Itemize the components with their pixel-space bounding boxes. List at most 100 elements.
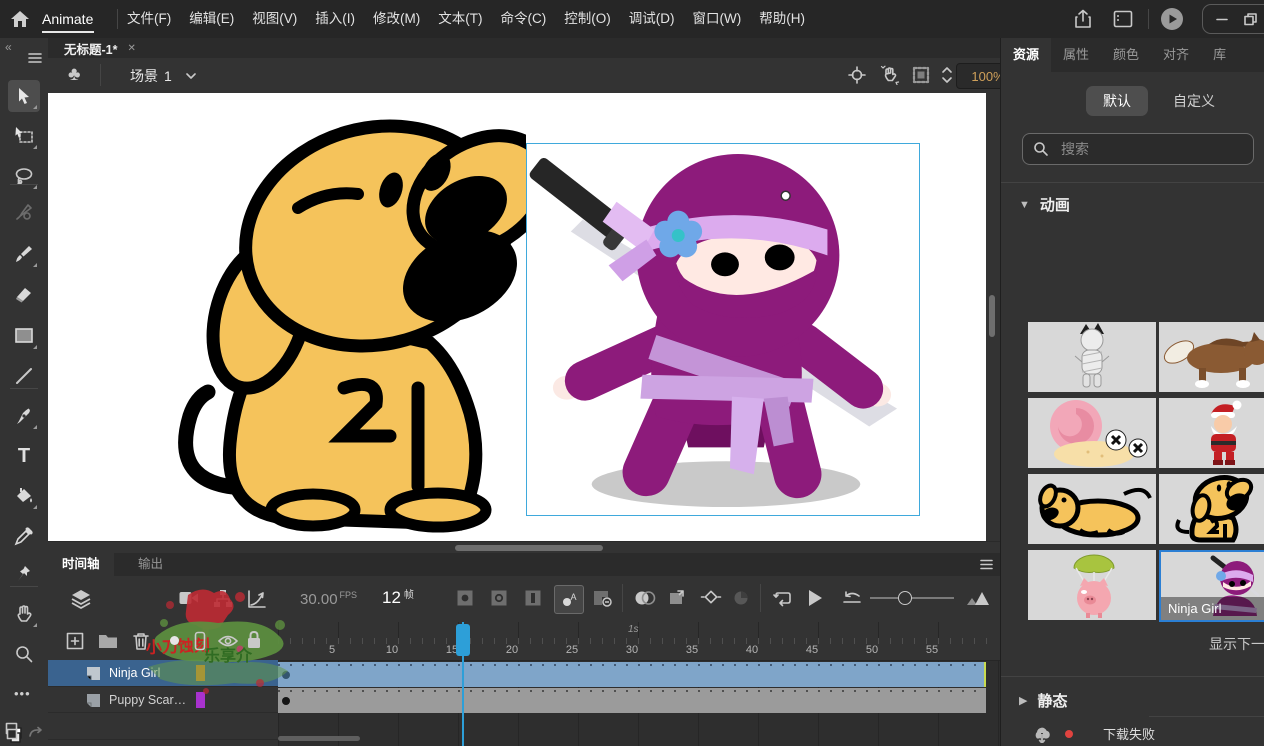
menu-file[interactable]: 文件(F) xyxy=(118,0,180,38)
track-ninja-girl[interactable] xyxy=(278,662,986,687)
asset-thumb-ninja-girl-selected[interactable]: Ninja Girl xyxy=(1159,550,1264,622)
layers-view-icon[interactable] xyxy=(70,588,92,610)
section-animated[interactable]: ▼ 动画 xyxy=(1019,194,1070,215)
document-tab[interactable]: 无标题-1* ✕ xyxy=(56,38,144,58)
asset-thumb-wolf[interactable] xyxy=(1159,322,1264,392)
motion-presets-icon[interactable] xyxy=(732,589,750,607)
hand-tool[interactable] xyxy=(8,598,40,630)
highlight-dot-icon[interactable] xyxy=(170,636,179,645)
subselection-tool[interactable] xyxy=(8,120,40,152)
pen-tool[interactable] xyxy=(8,400,40,432)
lasso-tool[interactable] xyxy=(8,160,40,192)
timeline-panel-menu-icon[interactable] xyxy=(980,559,993,570)
fps-display[interactable]: 30.00 FPS xyxy=(300,584,357,614)
tab-library[interactable]: 库 xyxy=(1201,38,1238,72)
asset-thumb-mummy[interactable] xyxy=(1028,322,1156,392)
playhead-handle[interactable] xyxy=(456,624,470,656)
ninja-selection-box[interactable] xyxy=(526,143,920,516)
collapse-panel-icon[interactable]: « xyxy=(5,40,12,54)
menu-view[interactable]: 视图(V) xyxy=(243,0,306,38)
asset-thumb-pig-parachute[interactable] xyxy=(1028,550,1156,620)
graph-editor-icon[interactable] xyxy=(246,588,268,610)
layer-row-ninja-girl[interactable]: Ninja Girl xyxy=(48,660,278,686)
test-movie-play-button[interactable] xyxy=(1159,6,1185,32)
cloud-download-icon[interactable] xyxy=(1031,724,1053,743)
asset-thumb-santa[interactable] xyxy=(1159,398,1264,468)
asset-thumb-puppy-lying[interactable] xyxy=(1028,474,1156,544)
insert-blank-keyframe-icon[interactable] xyxy=(490,589,508,607)
edit-multiple-frames-icon[interactable] xyxy=(668,589,688,607)
camera-icon[interactable] xyxy=(178,589,200,607)
new-folder-icon[interactable] xyxy=(98,633,118,649)
loop-range-icon[interactable] xyxy=(842,590,862,606)
canvas-vscroll-thumb[interactable] xyxy=(989,295,995,337)
menu-insert[interactable]: 插入(I) xyxy=(306,0,364,38)
current-frame-display[interactable]: 12 帧 xyxy=(382,582,414,614)
menu-commands[interactable]: 命令(C) xyxy=(492,0,556,38)
asset-thumb-puppy-sitting[interactable] xyxy=(1159,474,1264,544)
grid-overlay-icon[interactable] xyxy=(6,728,22,744)
create-tween-icon[interactable] xyxy=(700,588,722,608)
layer-row-puppy[interactable]: Puppy Scar… xyxy=(48,686,278,713)
canvas-vscroll-track[interactable] xyxy=(986,93,1000,541)
stage-canvas[interactable] xyxy=(48,93,986,541)
frame-size-icon[interactable] xyxy=(966,590,990,606)
menu-help[interactable]: 帮助(H) xyxy=(750,0,814,38)
minimize-button[interactable] xyxy=(1210,8,1234,30)
show-hide-all-icon[interactable] xyxy=(218,634,238,648)
menu-debug[interactable]: 调试(D) xyxy=(620,0,684,38)
scene-selector[interactable]: 场景 1 xyxy=(130,58,196,93)
redo-icon[interactable] xyxy=(28,726,44,740)
frame-zoom-slider-track[interactable] xyxy=(870,597,954,599)
tools-menu-icon[interactable] xyxy=(28,52,42,64)
restore-button[interactable] xyxy=(1238,8,1262,30)
zoom-tool[interactable] xyxy=(8,638,40,670)
menu-modify[interactable]: 修改(M) xyxy=(364,0,429,38)
eyedropper-tool[interactable] xyxy=(8,520,40,552)
layer-color-swatch[interactable] xyxy=(196,665,205,681)
clip-content-icon[interactable] xyxy=(912,66,930,84)
tab-color[interactable]: 颜色 xyxy=(1101,38,1151,72)
keyframe-dot[interactable] xyxy=(282,697,290,705)
show-next-link[interactable]: 显示下一个 xyxy=(1209,634,1264,654)
menu-control[interactable]: 控制(O) xyxy=(555,0,620,38)
classic-brush-tool[interactable] xyxy=(8,238,40,270)
frames-area[interactable]: 1s 5 10 15 20 25 30 35 40 45 50 55 xyxy=(278,622,1000,746)
puppy-artwork[interactable] xyxy=(148,98,526,538)
play-button[interactable] xyxy=(806,588,824,608)
tab-assets[interactable]: 资源 xyxy=(1001,38,1051,72)
preset-custom-button[interactable]: 自定义 xyxy=(1163,86,1225,116)
edit-symbols-icon[interactable]: ♣ xyxy=(68,64,80,86)
auto-keyframe-toggle[interactable]: A xyxy=(554,585,584,614)
remove-frame-icon[interactable] xyxy=(592,589,612,607)
menu-window[interactable]: 窗口(W) xyxy=(684,0,751,38)
text-tool[interactable]: T xyxy=(8,440,40,472)
lock-all-icon[interactable] xyxy=(246,630,262,650)
canvas-hscroll-thumb[interactable] xyxy=(455,545,603,551)
more-tools-icon[interactable]: ••• xyxy=(14,686,31,701)
tab-properties[interactable]: 属性 xyxy=(1051,38,1101,72)
tab-timeline[interactable]: 时间轴 xyxy=(48,553,114,576)
insert-keyframe-icon[interactable] xyxy=(456,589,474,607)
preset-default-button[interactable]: 默认 xyxy=(1086,86,1148,116)
tab-output[interactable]: 输出 xyxy=(126,553,175,576)
new-layer-icon[interactable] xyxy=(66,632,84,650)
eraser-tool[interactable] xyxy=(8,278,40,310)
share-icon[interactable] xyxy=(1072,8,1094,30)
timeline-hscroll-thumb[interactable] xyxy=(278,736,360,741)
keyframe-dot[interactable] xyxy=(282,671,290,679)
workspace-icon[interactable] xyxy=(1112,9,1134,29)
rotate-canvas-icon[interactable] xyxy=(880,65,900,85)
selection-tool[interactable] xyxy=(8,80,40,112)
home-icon[interactable] xyxy=(9,8,31,30)
track-puppy[interactable] xyxy=(278,688,986,713)
menu-text[interactable]: 文本(T) xyxy=(429,0,491,38)
timeline-ruler[interactable]: 1s 5 10 15 20 25 30 35 40 45 50 55 xyxy=(278,622,1000,661)
loop-playback-icon[interactable] xyxy=(772,589,792,607)
search-input[interactable] xyxy=(1059,140,1233,158)
paint-bucket-tool[interactable] xyxy=(8,480,40,512)
fluid-brush-tool[interactable] xyxy=(8,196,40,228)
tab-align[interactable]: 对齐 xyxy=(1151,38,1201,72)
menu-edit[interactable]: 编辑(E) xyxy=(180,0,243,38)
outline-view-icon[interactable] xyxy=(194,631,206,651)
